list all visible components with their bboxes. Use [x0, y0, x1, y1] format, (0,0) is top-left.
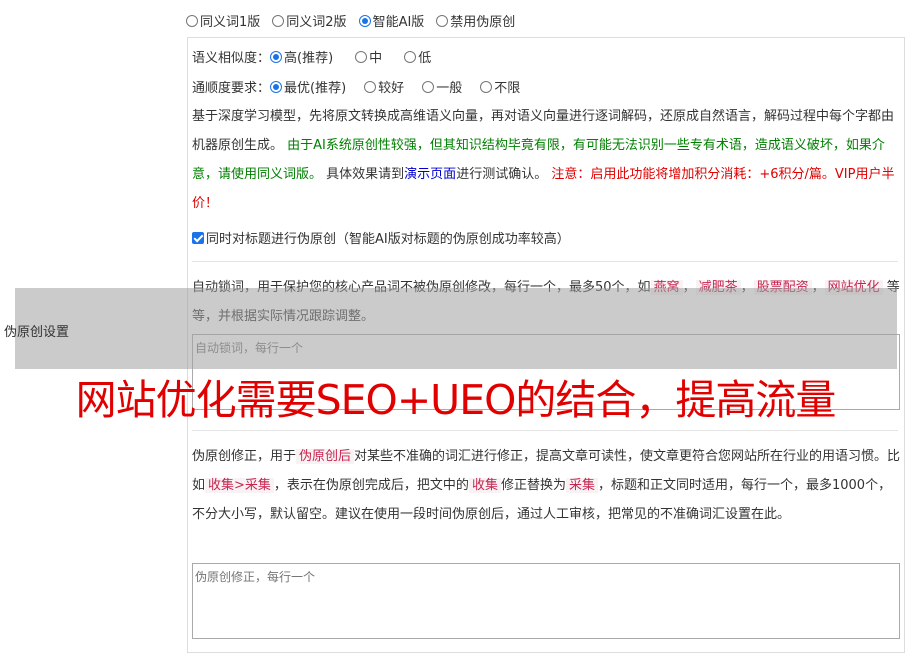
watermark-text: 网站优化需要SEO+UEO的结合，提高流量	[75, 376, 837, 424]
checkbox-checked-icon[interactable]	[192, 231, 204, 244]
fluency-label: 通顺度要求：	[192, 81, 271, 96]
mode-radio-group: 同义词1版 同义词2版 智能AI版 禁用伪原创	[186, 11, 527, 30]
similarity-option-medium[interactable]: 中	[355, 47, 382, 66]
radio-selected-icon[interactable]	[270, 80, 283, 93]
radio-icon[interactable]	[186, 14, 198, 27]
demo-page-link[interactable]: 演示页面	[404, 167, 456, 182]
mode-option-synonym2[interactable]: 同义词2版	[272, 11, 347, 30]
mode-option-synonym1[interactable]: 同义词1版	[186, 11, 260, 30]
watermark-band	[15, 288, 897, 369]
radio-selected-icon[interactable]	[270, 50, 283, 63]
example-tag: 收集	[468, 478, 501, 493]
correction-textarea[interactable]	[192, 563, 900, 639]
title-checkbox-row[interactable]: 同时对标题进行伪原创（智能AI版对标题的伪原创成功率较高）	[192, 228, 570, 247]
fluency-option-good[interactable]: 较好	[364, 77, 404, 96]
similarity-option-high[interactable]: 高(推荐)	[270, 47, 333, 66]
divider	[192, 430, 898, 431]
radio-icon[interactable]	[364, 80, 377, 93]
ai-description: 基于深度学习模型，先将原文转换成高维语义向量，再对语义向量进行逐词解码，还原成自…	[192, 109, 895, 211]
section-label: 伪原创设置	[4, 325, 70, 340]
fluency-option-best[interactable]: 最优(推荐)	[270, 77, 346, 96]
fluency-option-normal[interactable]: 一般	[422, 77, 462, 96]
radio-icon[interactable]	[436, 14, 449, 27]
similarity-option-low[interactable]: 低	[404, 47, 431, 66]
radio-icon[interactable]	[480, 80, 493, 93]
divider	[192, 261, 898, 262]
radio-selected-icon[interactable]	[358, 14, 371, 27]
radio-icon[interactable]	[355, 50, 368, 63]
fluency-option-any[interactable]: 不限	[480, 77, 520, 96]
example-tag: 伪原创后	[296, 449, 355, 464]
example-tag: 采集	[565, 478, 598, 493]
correction-description: 伪原创修正，用于 伪原创后 对某些不准确的词汇进行修正，提高文章可读性，使文章更符合…	[192, 449, 901, 522]
mode-option-disable[interactable]: 禁用伪原创	[436, 11, 515, 30]
radio-icon[interactable]	[404, 50, 417, 63]
fluency-row: 通顺度要求： 最优(推荐) 较好 一般 不限	[192, 77, 532, 96]
mode-option-ai[interactable]: 智能AI版	[358, 11, 424, 30]
example-tag: 收集>采集	[205, 478, 274, 493]
radio-icon[interactable]	[422, 80, 435, 93]
radio-icon[interactable]	[272, 14, 285, 27]
similarity-label: 语义相似度：	[192, 51, 271, 66]
similarity-row: 语义相似度： 高(推荐) 中 低	[192, 47, 443, 66]
